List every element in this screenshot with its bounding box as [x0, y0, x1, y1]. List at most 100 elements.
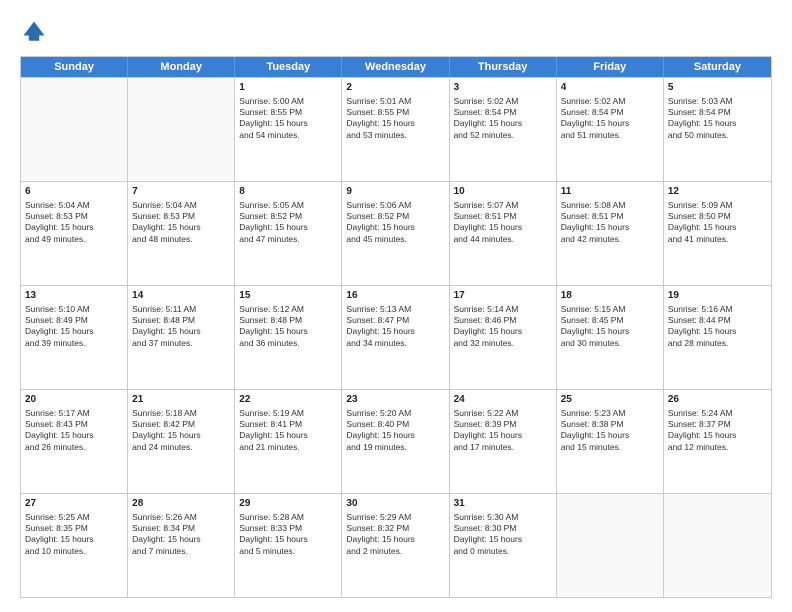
day-content-line: Sunset: 8:53 PM — [25, 211, 123, 222]
day-content-line: Sunrise: 5:15 AM — [561, 304, 659, 315]
day-content-line: and 47 minutes. — [239, 234, 337, 245]
day-content-line: Sunrise: 5:11 AM — [132, 304, 230, 315]
header-day-monday: Monday — [128, 57, 235, 77]
day-content-line: Daylight: 15 hours — [454, 534, 552, 545]
day-number: 26 — [668, 393, 767, 407]
day-content-line: Daylight: 15 hours — [132, 430, 230, 441]
day-cell-14: 14Sunrise: 5:11 AMSunset: 8:48 PMDayligh… — [128, 286, 235, 389]
day-content-line: Daylight: 15 hours — [346, 326, 444, 337]
calendar-body: 1Sunrise: 5:00 AMSunset: 8:55 PMDaylight… — [21, 77, 771, 597]
day-content-line: Sunset: 8:40 PM — [346, 419, 444, 430]
page: SundayMondayTuesdayWednesdayThursdayFrid… — [0, 0, 792, 612]
day-content-line: Daylight: 15 hours — [239, 326, 337, 337]
day-content-line: Daylight: 15 hours — [346, 534, 444, 545]
day-cell-22: 22Sunrise: 5:19 AMSunset: 8:41 PMDayligh… — [235, 390, 342, 493]
day-content-line: Sunset: 8:46 PM — [454, 315, 552, 326]
day-cell-8: 8Sunrise: 5:05 AMSunset: 8:52 PMDaylight… — [235, 182, 342, 285]
day-number: 31 — [454, 497, 552, 511]
calendar-header-row: SundayMondayTuesdayWednesdayThursdayFrid… — [21, 57, 771, 77]
empty-cell — [557, 494, 664, 597]
day-content-line: Daylight: 15 hours — [346, 118, 444, 129]
day-cell-16: 16Sunrise: 5:13 AMSunset: 8:47 PMDayligh… — [342, 286, 449, 389]
day-content-line: Daylight: 15 hours — [25, 326, 123, 337]
day-content-line: Sunrise: 5:16 AM — [668, 304, 767, 315]
day-cell-18: 18Sunrise: 5:15 AMSunset: 8:45 PMDayligh… — [557, 286, 664, 389]
day-content-line: Daylight: 15 hours — [561, 326, 659, 337]
day-number: 4 — [561, 81, 659, 95]
day-cell-12: 12Sunrise: 5:09 AMSunset: 8:50 PMDayligh… — [664, 182, 771, 285]
day-content-line: Daylight: 15 hours — [25, 222, 123, 233]
day-cell-13: 13Sunrise: 5:10 AMSunset: 8:49 PMDayligh… — [21, 286, 128, 389]
day-content-line: Sunset: 8:48 PM — [132, 315, 230, 326]
day-content-line: Sunset: 8:55 PM — [346, 107, 444, 118]
day-content-line: Sunset: 8:55 PM — [239, 107, 337, 118]
day-content-line: and 36 minutes. — [239, 338, 337, 349]
calendar-week-5: 27Sunrise: 5:25 AMSunset: 8:35 PMDayligh… — [21, 493, 771, 597]
day-content-line: and 37 minutes. — [132, 338, 230, 349]
day-content-line: and 41 minutes. — [668, 234, 767, 245]
day-content-line: Sunset: 8:42 PM — [132, 419, 230, 430]
day-number: 8 — [239, 185, 337, 199]
day-number: 10 — [454, 185, 552, 199]
day-content-line: Daylight: 15 hours — [454, 430, 552, 441]
day-content-line: Sunset: 8:45 PM — [561, 315, 659, 326]
day-content-line: Sunrise: 5:04 AM — [132, 200, 230, 211]
day-number: 21 — [132, 393, 230, 407]
day-number: 20 — [25, 393, 123, 407]
day-content-line: and 17 minutes. — [454, 442, 552, 453]
day-cell-24: 24Sunrise: 5:22 AMSunset: 8:39 PMDayligh… — [450, 390, 557, 493]
day-number: 5 — [668, 81, 767, 95]
day-number: 9 — [346, 185, 444, 199]
day-content-line: and 45 minutes. — [346, 234, 444, 245]
day-content-line: and 0 minutes. — [454, 546, 552, 557]
day-content-line: and 26 minutes. — [25, 442, 123, 453]
day-content-line: Sunset: 8:50 PM — [668, 211, 767, 222]
calendar-week-1: 1Sunrise: 5:00 AMSunset: 8:55 PMDaylight… — [21, 77, 771, 181]
day-content-line: Sunrise: 5:10 AM — [25, 304, 123, 315]
day-cell-4: 4Sunrise: 5:02 AMSunset: 8:54 PMDaylight… — [557, 78, 664, 181]
day-content-line: Sunset: 8:33 PM — [239, 523, 337, 534]
day-cell-15: 15Sunrise: 5:12 AMSunset: 8:48 PMDayligh… — [235, 286, 342, 389]
day-cell-21: 21Sunrise: 5:18 AMSunset: 8:42 PMDayligh… — [128, 390, 235, 493]
day-content-line: Sunset: 8:32 PM — [346, 523, 444, 534]
day-content-line: Sunrise: 5:07 AM — [454, 200, 552, 211]
calendar-week-3: 13Sunrise: 5:10 AMSunset: 8:49 PMDayligh… — [21, 285, 771, 389]
day-content-line: and 12 minutes. — [668, 442, 767, 453]
day-content-line: Sunrise: 5:06 AM — [346, 200, 444, 211]
header — [20, 18, 772, 46]
day-number: 22 — [239, 393, 337, 407]
day-number: 30 — [346, 497, 444, 511]
day-number: 16 — [346, 289, 444, 303]
day-content-line: and 51 minutes. — [561, 130, 659, 141]
day-number: 1 — [239, 81, 337, 95]
header-day-saturday: Saturday — [664, 57, 771, 77]
day-content-line: and 53 minutes. — [346, 130, 444, 141]
day-content-line: Sunrise: 5:01 AM — [346, 96, 444, 107]
day-content-line: Sunrise: 5:02 AM — [454, 96, 552, 107]
day-cell-27: 27Sunrise: 5:25 AMSunset: 8:35 PMDayligh… — [21, 494, 128, 597]
empty-cell — [664, 494, 771, 597]
day-number: 15 — [239, 289, 337, 303]
day-content-line: Sunset: 8:48 PM — [239, 315, 337, 326]
day-content-line: Sunrise: 5:08 AM — [561, 200, 659, 211]
day-content-line: Sunrise: 5:20 AM — [346, 408, 444, 419]
day-number: 2 — [346, 81, 444, 95]
day-content-line: Daylight: 15 hours — [239, 222, 337, 233]
day-number: 23 — [346, 393, 444, 407]
day-content-line: Sunrise: 5:17 AM — [25, 408, 123, 419]
day-content-line: Daylight: 15 hours — [25, 534, 123, 545]
day-content-line: Sunset: 8:43 PM — [25, 419, 123, 430]
day-content-line: Sunrise: 5:28 AM — [239, 512, 337, 523]
day-content-line: and 50 minutes. — [668, 130, 767, 141]
day-content-line: and 49 minutes. — [25, 234, 123, 245]
calendar-week-2: 6Sunrise: 5:04 AMSunset: 8:53 PMDaylight… — [21, 181, 771, 285]
day-content-line: Sunrise: 5:00 AM — [239, 96, 337, 107]
day-number: 29 — [239, 497, 337, 511]
day-content-line: Sunset: 8:51 PM — [454, 211, 552, 222]
day-content-line: Daylight: 15 hours — [239, 430, 337, 441]
day-content-line: Daylight: 15 hours — [561, 430, 659, 441]
day-number: 24 — [454, 393, 552, 407]
day-content-line: Sunset: 8:34 PM — [132, 523, 230, 534]
day-content-line: Sunrise: 5:03 AM — [668, 96, 767, 107]
day-content-line: and 34 minutes. — [346, 338, 444, 349]
